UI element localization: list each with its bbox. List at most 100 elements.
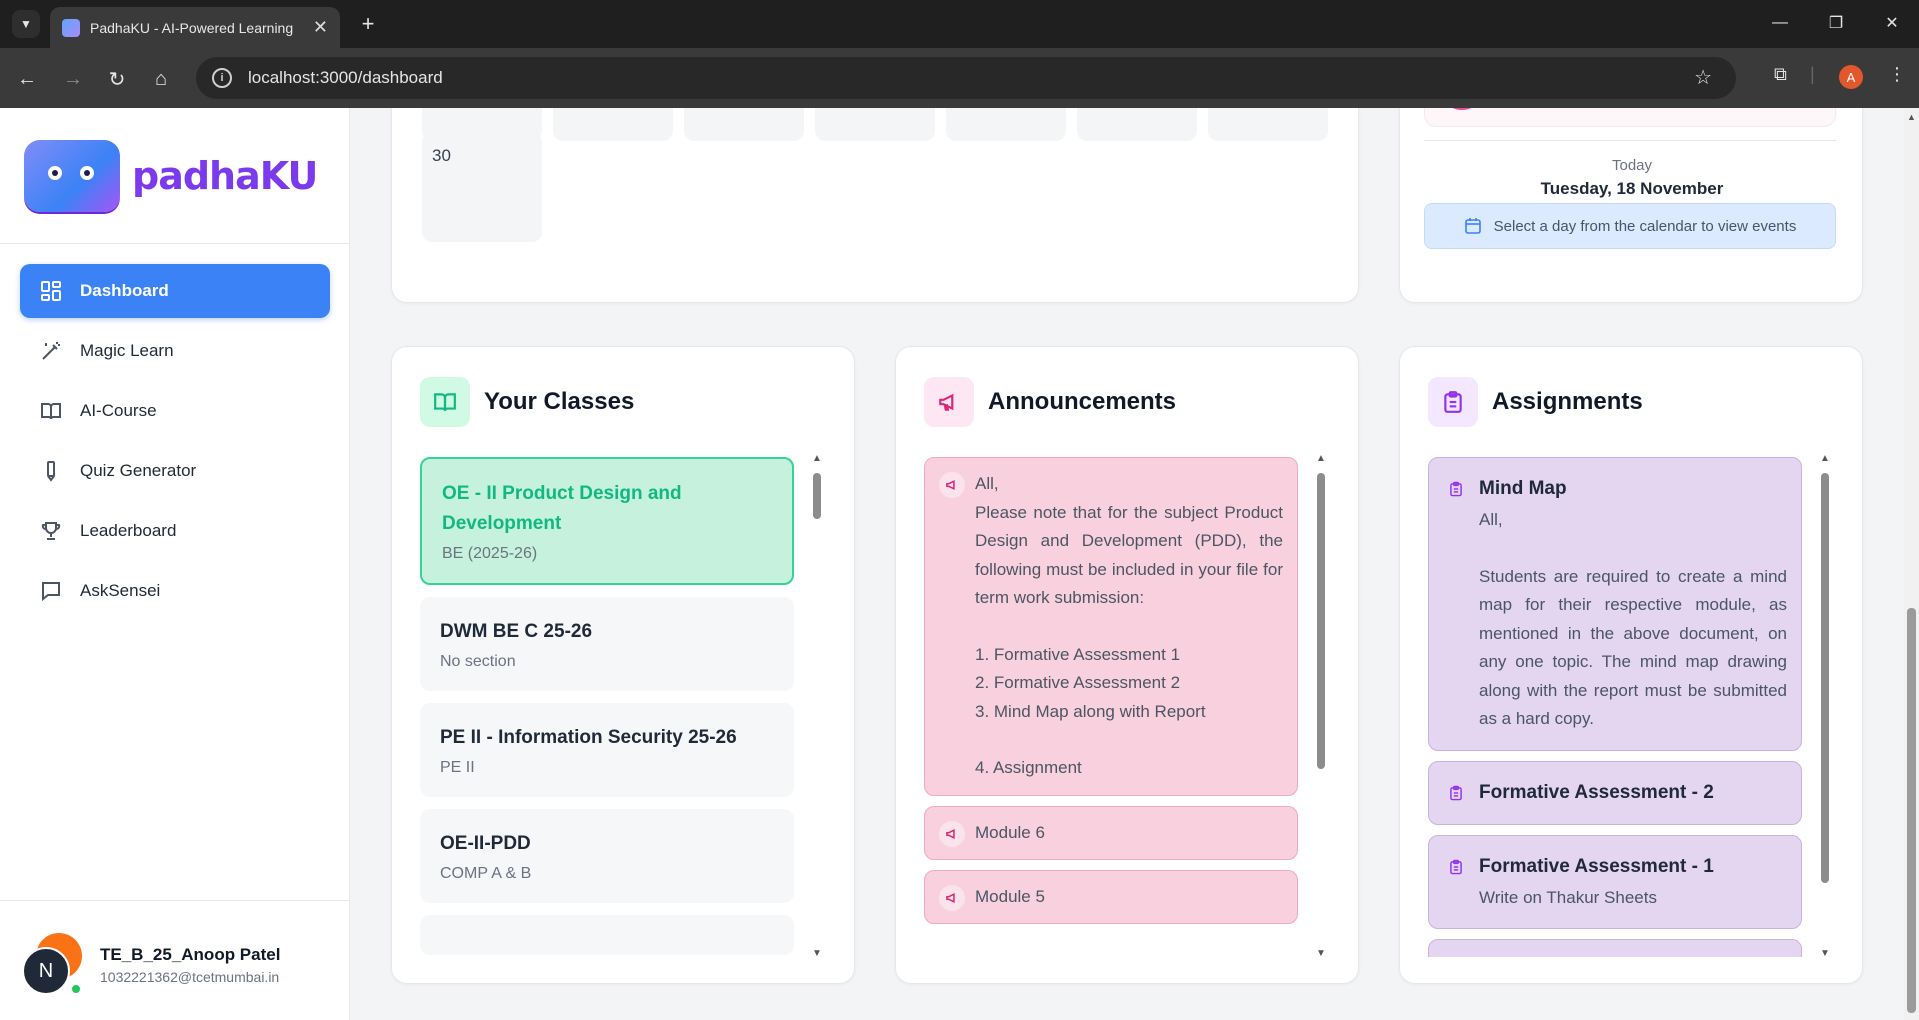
scroll-up-arrow-icon[interactable]: ▲ bbox=[812, 453, 822, 464]
class-item[interactable]: DWM BE C 25-26 No section bbox=[420, 597, 794, 691]
calendar-day-30[interactable]: 30 bbox=[422, 132, 542, 242]
scroll-up-arrow-icon[interactable]: ▲ bbox=[1907, 112, 1916, 122]
announcement-item[interactable]: Module 5 bbox=[924, 869, 1298, 924]
assignments-list: Mind Map All, Students are required to c… bbox=[1428, 457, 1804, 957]
calendar-cell[interactable] bbox=[684, 108, 804, 141]
assignments-header: Assignments bbox=[1428, 377, 1643, 427]
new-tab-plus-icon[interactable]: + bbox=[354, 10, 382, 38]
calendar-cell[interactable] bbox=[553, 108, 673, 141]
announcement-line: 2. Formative Assessment 2 bbox=[975, 673, 1181, 692]
select-day-hint: Select a day from the calendar to view e… bbox=[1424, 203, 1836, 249]
maximize-icon[interactable]: ❐ bbox=[1816, 8, 1856, 38]
dashboard-icon bbox=[40, 280, 62, 302]
megaphone-icon bbox=[939, 472, 965, 498]
assignment-title: Formative Assessment - 1 bbox=[1479, 855, 1714, 877]
calendar-cell[interactable] bbox=[1077, 108, 1197, 141]
event-preview bbox=[1424, 108, 1836, 127]
sidebar-item-ai-course[interactable]: AI-Course bbox=[20, 384, 330, 438]
class-section: COMP A & B bbox=[440, 865, 532, 882]
minimize-icon[interactable]: — bbox=[1760, 8, 1800, 38]
class-item[interactable] bbox=[420, 915, 794, 955]
open-book-icon bbox=[420, 377, 470, 427]
calendar-cell[interactable] bbox=[946, 108, 1066, 141]
scroll-thumb[interactable] bbox=[813, 473, 821, 519]
sidebar-item-quiz-generator[interactable]: Quiz Generator bbox=[20, 444, 330, 498]
address-bar[interactable]: i localhost:3000/dashboard ☆ bbox=[196, 57, 1736, 99]
clipboard-icon bbox=[1428, 377, 1478, 427]
sidebar-item-dashboard[interactable]: Dashboard bbox=[20, 264, 330, 318]
clipboard-icon bbox=[1443, 476, 1469, 502]
today-date: Tuesday, 18 November bbox=[1540, 179, 1724, 198]
class-item[interactable]: PE II - Information Security 25-26 PE II bbox=[420, 703, 794, 797]
announcements-scrollbar[interactable]: ▲ ▼ bbox=[1314, 453, 1328, 959]
sidebar-item-asksensei[interactable]: AskSensei bbox=[20, 564, 330, 618]
announcement-line: All, bbox=[975, 474, 999, 493]
sidebar-item-leaderboard[interactable]: Leaderboard bbox=[20, 504, 330, 558]
scroll-thumb[interactable] bbox=[1821, 473, 1829, 883]
browser-menu-icon[interactable]: ⋮ bbox=[1888, 64, 1906, 85]
back-arrow-icon[interactable]: ← bbox=[12, 64, 42, 94]
tab-title: PadhaKU - AI-Powered Learning bbox=[90, 19, 294, 36]
site-info-icon[interactable]: i bbox=[212, 68, 232, 88]
sidebar-item-label: AskSensei bbox=[80, 581, 161, 600]
scroll-down-arrow-icon[interactable]: ▼ bbox=[1820, 948, 1830, 959]
megaphone-icon bbox=[939, 820, 965, 847]
assignments-title: Assignments bbox=[1492, 388, 1643, 415]
brand-name: padhaKU bbox=[132, 154, 318, 198]
today-label: Today bbox=[1611, 157, 1653, 174]
reload-icon[interactable]: ↻ bbox=[102, 64, 132, 94]
logo-mascot-icon bbox=[24, 140, 120, 212]
user-profile[interactable]: N TE_B_25_Anoop Patel 1032221362@tcetmum… bbox=[0, 900, 350, 1020]
assignment-item[interactable]: Formative Assessment - 1 Write on Thakur… bbox=[1428, 834, 1802, 929]
clipboard-icon bbox=[1443, 780, 1469, 806]
announcement-title: Module 5 bbox=[975, 886, 1045, 906]
browser-tab[interactable]: PadhaKU - AI-Powered Learning ✕ bbox=[50, 7, 340, 48]
announcement-item[interactable]: All, Please note that for the subject Pr… bbox=[924, 457, 1298, 796]
calendar-cell[interactable] bbox=[1208, 108, 1328, 141]
assignment-item[interactable]: Mind Map All, Students are required to c… bbox=[1428, 457, 1802, 751]
classes-scrollbar[interactable]: ▲ ▼ bbox=[810, 453, 824, 959]
scroll-up-arrow-icon[interactable]: ▲ bbox=[1820, 453, 1830, 464]
today-divider bbox=[1424, 140, 1836, 141]
close-tab-icon[interactable]: ✕ bbox=[313, 17, 328, 38]
scroll-thumb[interactable] bbox=[1317, 473, 1325, 769]
calendar-cell[interactable] bbox=[815, 108, 935, 141]
sidebar-item-label: Quiz Generator bbox=[80, 461, 197, 480]
classes-list: OE - II Product Design and Development B… bbox=[420, 457, 796, 957]
scroll-up-arrow-icon[interactable]: ▲ bbox=[1316, 453, 1326, 464]
class-section: BE (2025-26) bbox=[442, 545, 538, 562]
brand-logo[interactable]: padhaKU bbox=[24, 140, 318, 212]
sidebar: padhaKU Dashboard Magic Learn AI-Course bbox=[0, 108, 350, 1020]
assignment-description: Write on Thakur Sheets bbox=[1479, 887, 1657, 907]
page-scroll-thumb[interactable] bbox=[1907, 608, 1916, 1013]
tab-list-chevron-icon[interactable]: ▼ bbox=[12, 10, 40, 38]
assignment-item[interactable] bbox=[1428, 939, 1802, 957]
sidebar-nav: Dashboard Magic Learn AI-Course Quiz Gen… bbox=[20, 264, 330, 624]
calendar-card: 30 bbox=[391, 108, 1359, 303]
announcements-header: Announcements bbox=[924, 377, 1176, 427]
page-scrollbar[interactable]: ▲ bbox=[1904, 108, 1919, 1020]
book-icon bbox=[40, 400, 62, 422]
close-window-icon[interactable]: ✕ bbox=[1872, 8, 1912, 38]
clipboard-icon bbox=[1443, 854, 1469, 880]
announcement-line: 1. Formative Assessment 1 bbox=[975, 644, 1181, 664]
sidebar-item-magic-learn[interactable]: Magic Learn bbox=[20, 324, 330, 378]
assignments-scrollbar[interactable]: ▲ ▼ bbox=[1818, 453, 1832, 959]
announcement-item[interactable]: Module 6 bbox=[924, 805, 1298, 860]
class-item-selected[interactable]: OE - II Product Design and Development B… bbox=[420, 457, 794, 585]
bookmark-star-icon[interactable]: ☆ bbox=[1694, 65, 1712, 90]
announcement-title: Module 6 bbox=[975, 822, 1045, 842]
assignment-line: All, bbox=[1479, 510, 1503, 529]
assignment-item[interactable]: Formative Assessment - 2 bbox=[1428, 760, 1802, 825]
scroll-down-arrow-icon[interactable]: ▼ bbox=[812, 948, 822, 959]
class-item[interactable]: OE-II-PDD COMP A & B bbox=[420, 809, 794, 903]
home-icon[interactable]: ⌂ bbox=[146, 64, 176, 94]
announcement-line: 4. Assignment bbox=[975, 758, 1082, 777]
class-name: DWM BE C 25-26 bbox=[440, 621, 593, 642]
browser-profile-avatar[interactable]: A bbox=[1839, 65, 1863, 89]
calendar-icon bbox=[1464, 218, 1481, 234]
scroll-down-arrow-icon[interactable]: ▼ bbox=[1316, 948, 1326, 959]
assignment-title: Mind Map bbox=[1479, 478, 1567, 499]
forward-arrow-icon[interactable]: → bbox=[58, 64, 88, 94]
extensions-puzzle-icon[interactable]: ⧉ bbox=[1774, 64, 1787, 85]
